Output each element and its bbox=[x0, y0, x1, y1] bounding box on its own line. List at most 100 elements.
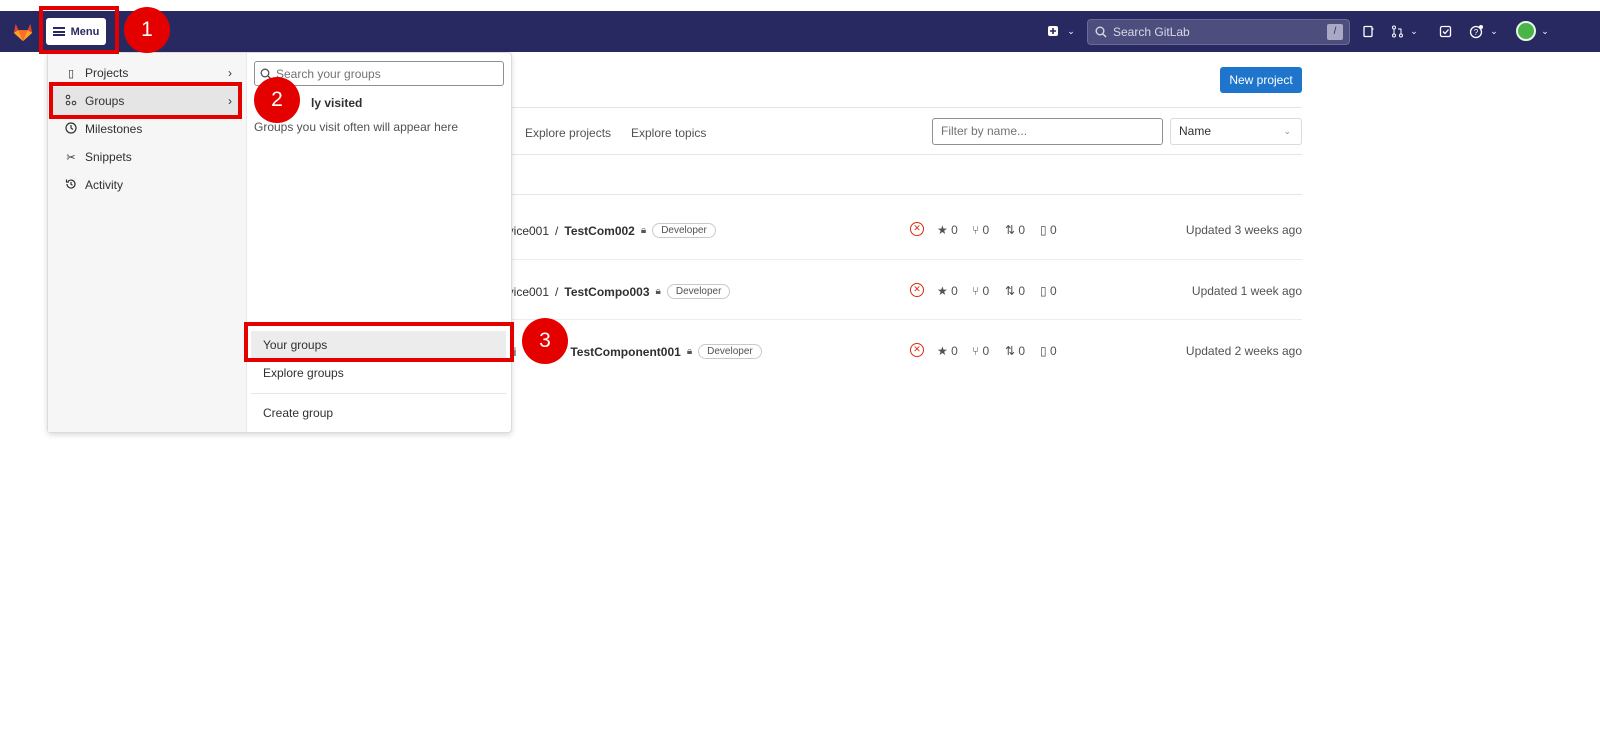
chevron-down-icon[interactable]: ⌄ bbox=[1062, 22, 1080, 40]
stat-value: 0 bbox=[1049, 344, 1057, 358]
path-separator: / bbox=[555, 223, 559, 238]
search-icon bbox=[1095, 26, 1107, 38]
merge-request-icon: ⇅ bbox=[1005, 344, 1016, 358]
table-row[interactable]: ervice001 / TestCom002 🔒︎ Developer ✕ ★ … bbox=[497, 222, 1302, 283]
lock-icon: 🔒︎ bbox=[640, 225, 647, 236]
menu-item-snippets[interactable]: ✂ Snippets bbox=[52, 143, 242, 171]
help-icon[interactable]: ? bbox=[1467, 22, 1485, 40]
menu-item-label: Snippets bbox=[85, 150, 132, 164]
chevron-down-icon[interactable]: ⌄ bbox=[1536, 22, 1554, 40]
role-badge: Developer bbox=[652, 223, 716, 238]
tab-explore-projects[interactable]: Explore projects bbox=[525, 126, 611, 140]
stars-count[interactable]: ★ 0 bbox=[937, 284, 958, 298]
group-search-placeholder: Search your groups bbox=[276, 66, 381, 81]
search-shortcut-badge: / bbox=[1327, 24, 1343, 40]
pipeline-failed-icon[interactable]: ✕ bbox=[910, 343, 924, 357]
issues-count[interactable]: ▯ 0 bbox=[1040, 344, 1057, 358]
merge-request-icon: ⇅ bbox=[1005, 223, 1016, 237]
project-name[interactable]: TestCompo003 bbox=[564, 285, 649, 299]
stat-value: 0 bbox=[1049, 284, 1057, 298]
table-row[interactable]: ervice001 / TestCompo003 🔒︎ Developer ✕ … bbox=[497, 283, 1302, 344]
lock-icon: 🔒︎ bbox=[686, 346, 693, 357]
issues-count[interactable]: ▯ 0 bbox=[1040, 223, 1057, 237]
project-icon: ▯ bbox=[67, 67, 75, 80]
pipeline-failed-icon[interactable]: ✕ bbox=[910, 222, 924, 236]
user-avatar[interactable] bbox=[1516, 21, 1536, 41]
project-path[interactable]: ervice001 / TestCom002 🔒︎ Developer bbox=[497, 223, 716, 238]
explore-groups-link[interactable]: Explore groups bbox=[251, 359, 506, 387]
role-badge: Developer bbox=[666, 284, 731, 299]
star-icon: ★ bbox=[937, 344, 948, 358]
updated-timestamp: Updated 1 week ago bbox=[1191, 284, 1302, 298]
top-navbar: Menu ⌄ Search GitLab / ⌄ ? ⌄ ⌄ bbox=[0, 11, 1600, 52]
stat-value: 0 bbox=[951, 344, 958, 358]
pipeline-failed-icon[interactable]: ✕ bbox=[910, 283, 924, 297]
highlight-box-groups bbox=[49, 82, 242, 119]
stars-count[interactable]: ★ 0 bbox=[937, 223, 958, 237]
highlight-box-your-groups bbox=[244, 322, 514, 362]
chevron-down-icon[interactable]: ⌄ bbox=[1405, 22, 1423, 40]
table-row[interactable]: ervi TestComponent001 🔒︎ Developer ✕ ★ 0… bbox=[497, 343, 1302, 404]
stat-value: 0 bbox=[1018, 223, 1026, 237]
stat-value: 0 bbox=[1049, 223, 1057, 237]
step-marker-1: 1 bbox=[124, 7, 170, 53]
issue-icon: ▯ bbox=[1040, 344, 1047, 358]
issue-icon: ▯ bbox=[1040, 223, 1047, 237]
svg-text:?: ? bbox=[1473, 28, 1478, 37]
stat-value: 0 bbox=[982, 344, 990, 358]
filter-input[interactable]: Filter by name... bbox=[932, 118, 1163, 145]
gitlab-logo-icon[interactable] bbox=[12, 21, 34, 43]
menu-item-activity[interactable]: Activity bbox=[52, 171, 242, 199]
issues-icon[interactable] bbox=[1359, 22, 1377, 40]
clock-icon bbox=[64, 121, 78, 137]
search-bar[interactable]: Search GitLab / bbox=[1087, 19, 1350, 45]
fork-icon: ⑂ bbox=[972, 223, 980, 237]
forks-count[interactable]: ⑂ 0 bbox=[972, 344, 989, 358]
chevron-down-icon[interactable]: ⌄ bbox=[1485, 22, 1503, 40]
sort-value: Name bbox=[1179, 124, 1212, 138]
menu-item-label: Activity bbox=[85, 178, 124, 192]
menu-item-milestones[interactable]: Milestones bbox=[52, 115, 242, 143]
step-marker-2: 2 bbox=[254, 77, 300, 123]
highlight-box-menu bbox=[39, 6, 119, 54]
menu-item-label: Milestones bbox=[85, 122, 143, 136]
frequently-visited-empty: Groups you visit often will appear here bbox=[254, 120, 459, 134]
stat-value: 0 bbox=[1018, 344, 1026, 358]
fork-icon: ⑂ bbox=[972, 284, 980, 298]
updated-timestamp: Updated 2 weeks ago bbox=[1185, 344, 1302, 358]
stat-value: 0 bbox=[1018, 284, 1026, 298]
search-placeholder: Search GitLab bbox=[1113, 25, 1190, 39]
forks-count[interactable]: ⑂ 0 bbox=[972, 223, 989, 237]
stars-count[interactable]: ★ 0 bbox=[937, 344, 958, 358]
issues-count[interactable]: ▯ 0 bbox=[1040, 284, 1057, 298]
star-icon: ★ bbox=[937, 284, 948, 298]
chevron-right-icon: › bbox=[228, 66, 232, 80]
menu-item-label: Projects bbox=[85, 66, 129, 80]
merge-requests-count[interactable]: ⇅ 0 bbox=[1005, 284, 1025, 298]
project-path[interactable]: ervice001 / TestCompo003 🔒︎ Developer bbox=[497, 284, 731, 299]
updated-timestamp: Updated 3 weeks ago bbox=[1185, 223, 1302, 237]
fork-icon: ⑂ bbox=[972, 344, 980, 358]
role-badge: Developer bbox=[698, 344, 762, 359]
create-new-icon[interactable] bbox=[1044, 22, 1062, 40]
stat-value: 0 bbox=[951, 223, 958, 237]
project-name[interactable]: TestComponent001 bbox=[570, 345, 680, 359]
tab-explore-topics[interactable]: Explore topics bbox=[631, 126, 706, 140]
project-name[interactable]: TestCom002 bbox=[564, 224, 634, 238]
stat-value: 0 bbox=[951, 284, 958, 298]
todo-icon[interactable] bbox=[1436, 22, 1454, 40]
step-marker-3: 3 bbox=[522, 318, 568, 364]
frequently-visited-title: ly visited bbox=[311, 96, 363, 110]
forks-count[interactable]: ⑂ 0 bbox=[972, 284, 989, 298]
new-project-button[interactable]: New project bbox=[1220, 67, 1302, 93]
issue-icon: ▯ bbox=[1040, 284, 1047, 298]
stat-value: 0 bbox=[982, 223, 990, 237]
history-icon bbox=[64, 178, 78, 193]
merge-requests-count[interactable]: ⇅ 0 bbox=[1005, 344, 1025, 358]
scissors-icon: ✂ bbox=[66, 151, 76, 164]
merge-request-icon: ⇅ bbox=[1005, 284, 1016, 298]
merge-requests-icon[interactable] bbox=[1388, 22, 1406, 40]
sort-select[interactable]: Name ⌄ bbox=[1170, 118, 1302, 145]
merge-requests-count[interactable]: ⇅ 0 bbox=[1005, 223, 1025, 237]
create-group-link[interactable]: Create group bbox=[251, 399, 506, 427]
